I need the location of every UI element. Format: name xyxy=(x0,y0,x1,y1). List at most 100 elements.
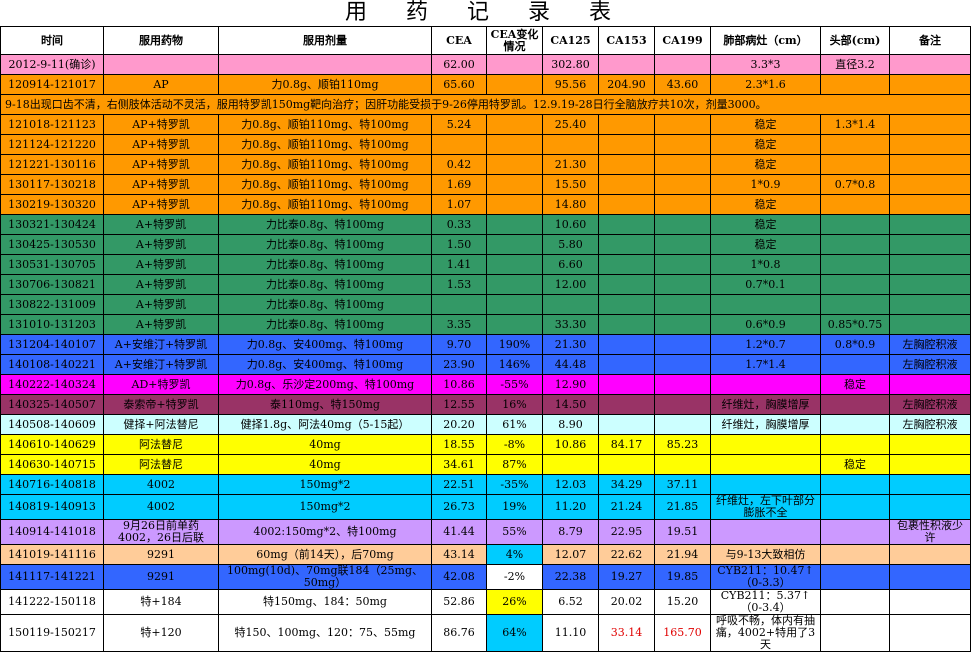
cell-cea: 1.69 xyxy=(431,174,487,195)
cell-cea-change xyxy=(486,274,543,295)
cell-cea-change xyxy=(486,314,543,335)
cell-ca199 xyxy=(654,354,711,375)
cell-time: 140630-140715 xyxy=(0,454,104,475)
cell-dose: 力比泰0.8g、特100mg xyxy=(218,214,432,235)
cell-ca153 xyxy=(598,414,655,435)
cell-remark xyxy=(889,474,971,495)
cell-cea-change xyxy=(486,214,543,235)
cell-ca153 xyxy=(598,354,655,375)
cell-drug: AD+特罗凯 xyxy=(103,374,219,395)
cell-cea-change: 19% xyxy=(486,494,543,520)
cell-head: 稳定 xyxy=(820,374,890,395)
cell-cea-change xyxy=(486,294,543,315)
cell-head xyxy=(820,394,890,415)
cell-cea-change xyxy=(486,174,543,195)
cell-remark xyxy=(889,254,971,275)
cell-cea: 0.42 xyxy=(431,154,487,175)
cell-ca153 xyxy=(598,314,655,335)
cell-remark: 左胸腔积液 xyxy=(889,394,971,415)
cell-head xyxy=(820,564,890,590)
cell-dose: 力比泰0.8g、特100mg xyxy=(218,294,432,315)
cell-time: 141117-141221 xyxy=(0,564,104,590)
cell-drug: A+特罗凯 xyxy=(103,254,219,275)
cell-lung xyxy=(710,454,821,475)
cell-ca153 xyxy=(598,374,655,395)
cell-cea: 9.70 xyxy=(431,334,487,355)
cell-drug: A+特罗凯 xyxy=(103,214,219,235)
cell-lung: 0.7*0.1 xyxy=(710,274,821,295)
cell-drug: AP+特罗凯 xyxy=(103,194,219,215)
cell-lung: 稳定 xyxy=(710,214,821,235)
cell-head xyxy=(820,194,890,215)
cell-time: 140325-140507 xyxy=(0,394,104,415)
cell-head xyxy=(820,519,890,545)
cell-time: 141222-150118 xyxy=(0,589,104,615)
cell-head xyxy=(820,354,890,375)
table-body: 2012-9-11(确诊) 62.00 302.80 3.3*3 直径3.2 120914… xyxy=(0,54,971,652)
cell-lung: 纤维灶，胸膜增厚 xyxy=(710,394,821,415)
table-row: 130425-130530 A+特罗凯 力比泰0.8g、特100mg 1.50 5.80… xyxy=(0,234,971,255)
cell-ca125: 22.38 xyxy=(542,564,599,590)
cell-cea-change: -35% xyxy=(486,474,543,495)
cell-drug: 特+120 xyxy=(103,614,219,652)
cell-ca153: 22.95 xyxy=(598,519,655,545)
cell-time: 140610-140629 xyxy=(0,434,104,455)
table-row: 141019-141116 9291 60mg（前14天），后70mg 43.14 4%… xyxy=(0,544,971,565)
cell-remark xyxy=(889,54,971,75)
table-row: 131010-131203 A+特罗凯 力比泰0.8g、特100mg 3.35 33.3… xyxy=(0,314,971,335)
row-note: 9-18出现口齿不清，右侧肢体活动不灵活，服用特罗凯150mg靶向治疗；因肝功能… xyxy=(0,94,971,115)
cell-ca199 xyxy=(654,254,711,275)
cell-remark: 包裹性积液少许 xyxy=(889,519,971,545)
table-row: 121221-130116 AP+特罗凯 力0.8g、顺铂110mg、特100mg 0… xyxy=(0,154,971,175)
cell-dose: 60mg（前14天），后70mg xyxy=(218,544,432,565)
cell-ca199 xyxy=(654,214,711,235)
cell-head: 0.8*0.9 xyxy=(820,334,890,355)
cell-drug: 9291 xyxy=(103,544,219,565)
table-row: 140325-140507 泰索帝+特罗凯 泰110mg、特150mg 12.55 16… xyxy=(0,394,971,415)
cell-time: 121124-121220 xyxy=(0,134,104,155)
header-ca199: CA199 xyxy=(654,26,711,55)
cell-dose: 力0.8g、安400mg、特100mg xyxy=(218,334,432,355)
cell-lung xyxy=(710,474,821,495)
cell-remark xyxy=(889,434,971,455)
cell-ca199 xyxy=(654,174,711,195)
table-row: 150119-150217 特+120 特150、100mg、120：75、55mg… xyxy=(0,614,971,652)
cell-cea: 1.50 xyxy=(431,234,487,255)
cell-remark xyxy=(889,454,971,475)
cell-cea-change: 55% xyxy=(486,519,543,545)
header-ca153: CA153 xyxy=(598,26,655,55)
cell-cea-change: -2% xyxy=(486,564,543,590)
cell-lung: 呼吸不畅，体内有抽痛，4002+特用了3天 xyxy=(710,614,821,652)
cell-drug: 9291 xyxy=(103,564,219,590)
cell-drug xyxy=(103,54,219,75)
cell-remark xyxy=(889,134,971,155)
page-title: 用 药 记 录 表 xyxy=(345,0,627,25)
cell-cea-change: 87% xyxy=(486,454,543,475)
cell-cea xyxy=(431,134,487,155)
header-head: 头部(cm) xyxy=(820,26,890,55)
header-dose: 服用剂量 xyxy=(218,26,432,55)
cell-time: 140819-140913 xyxy=(0,494,104,520)
cell-dose: 特150mg、184：50mg xyxy=(218,589,432,615)
cell-ca153 xyxy=(598,214,655,235)
cell-drug: 9月26日前单药4002，26日后联 xyxy=(103,519,219,545)
cell-ca199 xyxy=(654,334,711,355)
cell-dose: 150mg*2 xyxy=(218,474,432,495)
cell-head xyxy=(820,294,890,315)
header-row: 时间 服用药物 服用剂量 CEA CEA变化情况 CA125 CA153 CA1… xyxy=(0,26,971,55)
cell-lung xyxy=(710,374,821,395)
cell-ca153 xyxy=(598,54,655,75)
cell-head: 稳定 xyxy=(820,454,890,475)
cell-remark xyxy=(889,214,971,235)
cell-cea: 26.73 xyxy=(431,494,487,520)
cell-time: 130219-130320 xyxy=(0,194,104,215)
cell-head xyxy=(820,254,890,275)
cell-dose: 力0.8g、顺铂110mg、特100mg xyxy=(218,194,432,215)
cell-cea-change xyxy=(486,234,543,255)
cell-dose: 力0.8g、乐沙定200mg、特100mg xyxy=(218,374,432,395)
cell-lung: 1.2*0.7 xyxy=(710,334,821,355)
table-row: 140108-140221 A+安维汀+特罗凯 力0.8g、安400mg、特100m… xyxy=(0,354,971,375)
cell-lung: 2.3*1.6 xyxy=(710,74,821,95)
cell-cea-change xyxy=(486,54,543,75)
cell-cea: 41.44 xyxy=(431,519,487,545)
